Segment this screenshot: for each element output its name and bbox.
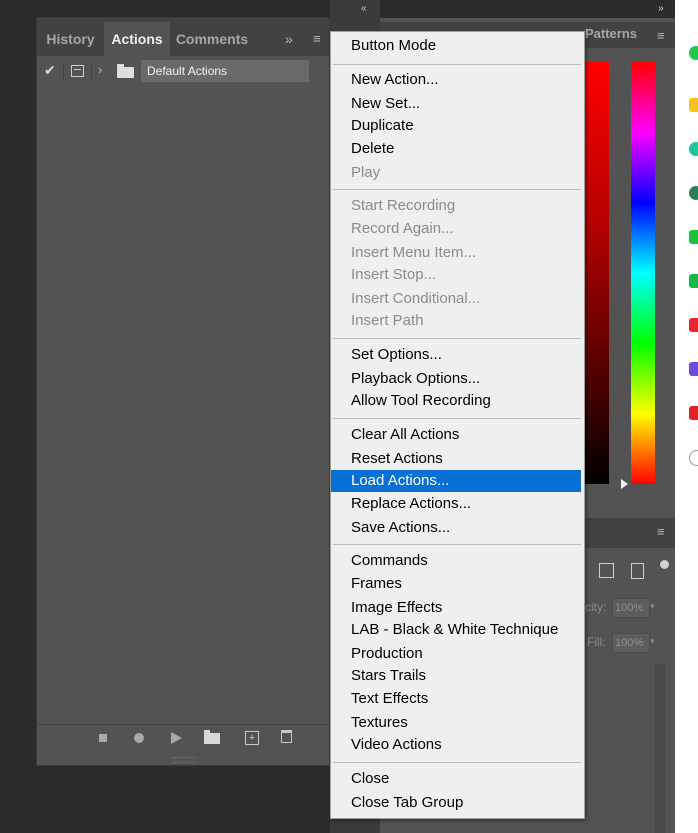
menu-separator — [333, 64, 581, 65]
actions-flyout-menu: Button Mode New Action... New Set... Dup… — [330, 31, 585, 819]
layers-panel-menu-icon[interactable]: ≡ — [657, 524, 665, 539]
double-chevron-right-icon[interactable]: » — [285, 31, 293, 47]
menu-item-production[interactable]: Production — [331, 643, 584, 665]
app-icon-green-circle[interactable] — [689, 46, 698, 60]
opacity-dropdown-icon[interactable]: ▾ — [650, 601, 655, 612]
tab-history[interactable]: History — [37, 22, 104, 56]
stop-icon[interactable] — [99, 734, 107, 742]
menu-separator — [333, 762, 581, 763]
column-divider — [63, 62, 64, 82]
menu-item-play: Play — [351, 164, 381, 181]
panel-tabbar: History Actions Comments » ≡ — [37, 18, 329, 56]
menu-item-reset-actions[interactable]: Reset Actions — [331, 448, 584, 470]
menu-item-insert-menu-item: Insert Menu Item... — [351, 244, 477, 261]
menu-item-button-mode[interactable]: Button Mode — [331, 35, 584, 57]
menu-item-clear-all-actions[interactable]: Clear All Actions — [331, 424, 584, 446]
menu-item-delete[interactable]: Delete — [331, 138, 584, 160]
play-icon[interactable] — [171, 732, 182, 744]
app-icon-yellow[interactable] — [689, 98, 698, 112]
tab-actions[interactable]: Actions — [104, 22, 170, 56]
fill-input[interactable]: 100% — [612, 633, 650, 653]
menu-item-load-actions[interactable]: Load Actions... — [331, 470, 581, 492]
actions-panel: History Actions Comments » ≡ ✔ › Default… — [36, 17, 330, 766]
menu-item-commands[interactable]: Commands — [331, 550, 584, 572]
opacity-input[interactable]: 100% — [612, 598, 650, 618]
actions-toolbar: + — [37, 724, 329, 751]
menu-item-allow-tool-recording[interactable]: Allow Tool Recording — [331, 390, 584, 412]
record-icon[interactable] — [134, 733, 144, 743]
menu-item-text-effects[interactable]: Text Effects — [331, 688, 584, 710]
menu-item-stars-trails[interactable]: Stars Trails — [331, 665, 584, 687]
fill-dropdown-icon[interactable]: ▾ — [650, 636, 655, 647]
menu-item-start-recording: Start Recording — [351, 197, 456, 214]
check-icon[interactable]: ✔ — [44, 62, 56, 79]
color-shade-ramp[interactable] — [585, 62, 609, 484]
menu-item-frames[interactable]: Frames — [331, 573, 584, 595]
menu-item-set-options[interactable]: Set Options... — [331, 344, 584, 366]
top-panel-bar — [330, 0, 675, 18]
menu-item-save-actions[interactable]: Save Actions... — [331, 517, 584, 539]
menu-item-image-effects[interactable]: Image Effects — [331, 597, 584, 619]
menu-item-video-actions[interactable]: Video Actions — [331, 734, 584, 756]
layers-scrollbar[interactable] — [655, 664, 665, 833]
tab-patterns[interactable]: Patterns — [585, 26, 637, 41]
app-icon-teal[interactable] — [689, 142, 698, 156]
menu-item-insert-path: Insert Path — [351, 312, 424, 329]
document-icon[interactable] — [631, 563, 644, 579]
menu-item-new-action[interactable]: New Action... — [331, 69, 584, 91]
menu-separator — [333, 189, 581, 190]
filter-toggle-icon[interactable] — [660, 560, 669, 569]
app-icon-green-w[interactable] — [689, 274, 698, 288]
dialog-toggle-icon[interactable] — [71, 65, 84, 77]
resize-grip[interactable] — [172, 757, 196, 763]
menu-item-textures[interactable]: Textures — [331, 712, 584, 734]
menu-item-insert-conditional: Insert Conditional... — [351, 290, 481, 307]
action-set-row[interactable]: ✔ › Default Actions — [37, 60, 329, 84]
folder-icon — [117, 64, 134, 78]
collapse-right-icon[interactable]: » — [658, 3, 664, 14]
fill-label: Fill: — [587, 635, 606, 649]
menu-item-duplicate[interactable]: Duplicate — [331, 115, 584, 137]
new-set-folder-icon[interactable] — [204, 730, 220, 744]
menu-item-replace-actions[interactable]: Replace Actions... — [331, 493, 584, 515]
menu-item-insert-stop: Insert Stop... — [351, 266, 437, 283]
menu-item-lab-black-white[interactable]: LAB - Black & White Technique — [331, 619, 584, 641]
menu-separator — [333, 418, 581, 419]
app-icon-red[interactable] — [689, 318, 698, 332]
tab-comments[interactable]: Comments — [170, 22, 254, 56]
app-icon-red-square[interactable] — [689, 406, 698, 420]
opacity-label: city: — [585, 600, 607, 614]
hue-spectrum-slider[interactable] — [631, 62, 655, 484]
app-icon-green-square[interactable] — [689, 230, 698, 244]
new-action-icon[interactable]: + — [245, 731, 259, 745]
app-icon-dark-green[interactable] — [689, 186, 698, 200]
menu-item-close[interactable]: Close — [331, 768, 584, 790]
hamburger-menu-icon[interactable]: ≡ — [313, 31, 321, 46]
app-icon-more[interactable] — [689, 450, 698, 466]
menu-item-playback-options[interactable]: Playback Options... — [331, 368, 584, 390]
column-divider — [91, 62, 92, 82]
trash-icon[interactable] — [281, 730, 292, 743]
menu-item-record-again: Record Again... — [351, 220, 454, 237]
menu-separator — [333, 544, 581, 545]
action-set-name[interactable]: Default Actions — [141, 60, 309, 82]
transform-icon[interactable] — [599, 563, 614, 578]
menu-item-close-tab-group[interactable]: Close Tab Group — [331, 792, 584, 814]
menu-separator — [333, 338, 581, 339]
right-panel-menu-icon[interactable]: ≡ — [657, 28, 665, 43]
expand-chevron-icon[interactable]: › — [98, 62, 102, 77]
menu-item-new-set[interactable]: New Set... — [331, 93, 584, 115]
hue-slider-handle[interactable] — [621, 479, 628, 489]
collapse-left-icon[interactable]: « — [361, 3, 367, 14]
app-icon-purple[interactable] — [689, 362, 698, 376]
